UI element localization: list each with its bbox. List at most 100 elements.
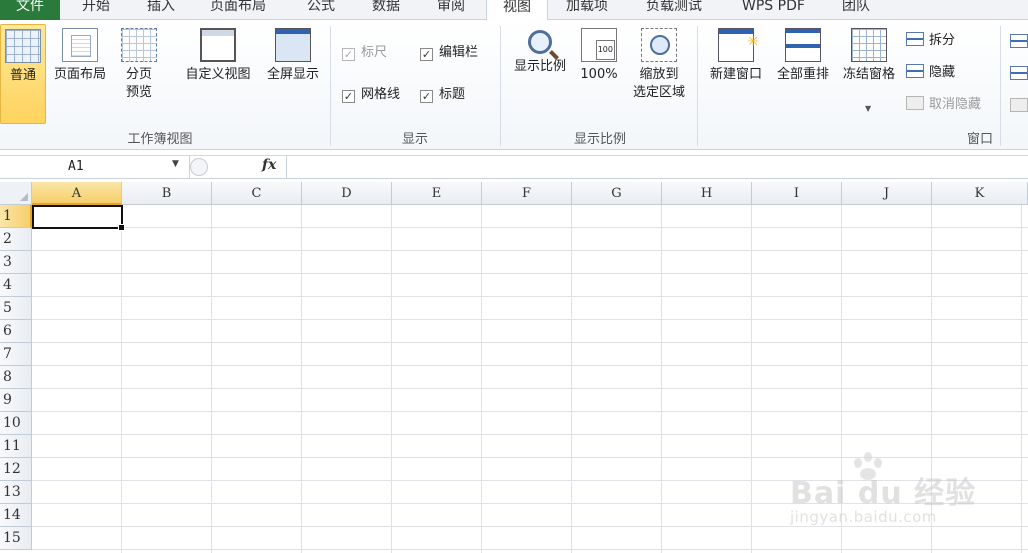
zoom-100-icon <box>581 28 617 62</box>
row-header-4[interactable]: 4 <box>0 274 32 297</box>
ruler-checkbox[interactable]: ✓ 标尺 <box>342 44 387 62</box>
tab-wps-pdf[interactable]: WPS PDF <box>738 0 809 20</box>
watermark-url: jingyan.baidu.com <box>790 508 937 526</box>
custom-views-icon <box>200 28 236 62</box>
split-button[interactable]: 拆分 <box>906 32 955 50</box>
new-window-icon <box>718 28 759 62</box>
row-header-6[interactable]: 6 <box>0 320 32 343</box>
tab-review[interactable]: 审阅 <box>433 0 469 20</box>
new-window-label: 新建窗口 <box>709 67 762 82</box>
tab-view[interactable]: 视图 <box>486 0 548 21</box>
headings-label: 标题 <box>439 87 466 102</box>
tab-insert[interactable]: 插入 <box>143 0 179 20</box>
page-layout-icon <box>62 28 98 62</box>
column-header-g[interactable]: G <box>572 182 662 205</box>
hide-button[interactable]: 隐藏 <box>906 64 955 82</box>
group-label-zoom: 显示比例 <box>573 132 626 147</box>
name-box-value: A1 <box>68 159 84 174</box>
row-header-7[interactable]: 7 <box>0 343 32 366</box>
gridlines-checkbox[interactable]: ✓ 网格线 <box>342 86 400 104</box>
zoom-to-selection-button[interactable]: 缩放到 选定区域 <box>626 24 692 102</box>
freeze-panes-icon <box>851 28 887 62</box>
row-header-8[interactable]: 8 <box>0 366 32 389</box>
tab-formulas[interactable]: 公式 <box>303 0 339 20</box>
insert-function-icon[interactable]: fx <box>262 157 276 173</box>
unhide-label: 取消隐藏 <box>929 97 982 112</box>
headings-checkbox[interactable]: ✓ 标题 <box>420 86 465 104</box>
row-header-11[interactable]: 11 <box>0 435 32 458</box>
spreadsheet-app: 文件 开始 插入 页面布局 公式 数据 审阅 视图 加载项 负载测试 WPS P… <box>0 0 1028 553</box>
group-label-workbook-views: 工作簿视图 <box>127 132 193 147</box>
formula-bar-label: 编辑栏 <box>439 45 479 60</box>
row-header-14[interactable]: 14 <box>0 504 32 527</box>
column-header-e[interactable]: E <box>392 182 482 205</box>
arrange-all-button[interactable]: 全部重排 <box>771 24 835 84</box>
row-header-9[interactable]: 9 <box>0 389 32 412</box>
row-header-5[interactable]: 5 <box>0 297 32 320</box>
tab-file[interactable]: 文件 <box>0 0 60 20</box>
tab-home[interactable]: 开始 <box>78 0 114 20</box>
column-header-f[interactable]: F <box>482 182 572 205</box>
column-header-d[interactable]: D <box>302 182 392 205</box>
freeze-panes-label: 冻结窗格 <box>842 67 895 82</box>
tab-data[interactable]: 数据 <box>368 0 404 20</box>
gridlines-label: 网格线 <box>361 87 401 102</box>
select-all-corner[interactable] <box>0 182 32 205</box>
tab-page-layout[interactable]: 页面布局 <box>206 0 270 20</box>
reset-icon <box>1010 98 1028 112</box>
sync-scroll-icon[interactable] <box>1010 66 1028 84</box>
column-header-h[interactable]: H <box>662 182 752 205</box>
group-divider <box>330 26 331 146</box>
full-screen-button[interactable]: 全屏显示 <box>260 24 326 84</box>
custom-views-button[interactable]: 自定义视图 <box>178 24 258 84</box>
arrange-all-label: 全部重排 <box>776 67 829 82</box>
page-layout-view-button[interactable]: 页面布局 <box>48 24 112 84</box>
magnifier-icon <box>528 30 552 54</box>
tab-addins[interactable]: 加载项 <box>562 0 612 20</box>
page-break-preview-button[interactable]: 分页 预览 <box>116 24 162 102</box>
tab-team[interactable]: 团队 <box>838 0 874 20</box>
row-header-12[interactable]: 12 <box>0 458 32 481</box>
chevron-down-icon[interactable]: ▼ <box>172 159 179 169</box>
column-header-a[interactable]: A <box>32 182 122 205</box>
zoom-button[interactable]: 显示比例 <box>508 24 572 76</box>
column-header-j[interactable]: J <box>842 182 932 205</box>
row-header-2[interactable]: 2 <box>0 228 32 251</box>
split-label: 拆分 <box>929 33 956 48</box>
column-header-k[interactable]: K <box>932 182 1028 205</box>
ribbon-tab-bar: 文件 开始 插入 页面布局 公式 数据 审阅 视图 加载项 负载测试 WPS P… <box>0 0 1028 21</box>
column-header-c[interactable]: C <box>212 182 302 205</box>
headings-check-icon: ✓ <box>420 90 433 103</box>
watermark-brand: Bai du 经验 <box>790 476 977 511</box>
hide-icon <box>906 64 924 78</box>
compare-icon <box>1010 34 1028 48</box>
row-header-10[interactable]: 10 <box>0 412 32 435</box>
ruler-check-icon: ✓ <box>342 48 355 61</box>
formula-bar-checkbox[interactable]: ✓ 编辑栏 <box>420 44 478 62</box>
side-by-side-icon[interactable] <box>1010 34 1028 52</box>
formula-input[interactable] <box>286 156 1028 179</box>
freeze-panes-button[interactable]: 冻结窗格 ▼ <box>837 24 901 124</box>
name-box[interactable]: A1 ▼ <box>0 156 190 179</box>
column-header-i[interactable]: I <box>752 182 842 205</box>
unhide-button[interactable]: 取消隐藏 <box>906 96 981 114</box>
column-header-b[interactable]: B <box>122 182 212 205</box>
formula-bar: A1 ▼ fx <box>0 155 1028 179</box>
full-screen-label: 全屏显示 <box>266 67 319 82</box>
baidu-watermark: Bai du 经验 jingyan.baidu.com <box>790 450 1010 530</box>
active-cell-a1[interactable] <box>32 205 125 231</box>
row-header-13[interactable]: 13 <box>0 481 32 504</box>
normal-view-button[interactable]: 普通 <box>0 24 46 124</box>
new-window-button[interactable]: 新建窗口 <box>704 24 768 84</box>
row-header-3[interactable]: 3 <box>0 251 32 274</box>
full-screen-icon <box>275 28 311 62</box>
ribbon-view: 普通 页面布局 分页 预览 自定义视图 全屏显示 工作簿视图 ✓ 标尺 ✓ 编辑栏 <box>0 20 1028 150</box>
zoom-100-button[interactable]: 100% <box>576 24 622 84</box>
formula-bar-resize-handle[interactable] <box>190 158 208 176</box>
tab-load-test[interactable]: 负载测试 <box>642 0 706 20</box>
zoom-selection-label-2: 选定区域 <box>632 85 685 100</box>
reset-position-icon[interactable] <box>1010 98 1028 116</box>
row-header-15[interactable]: 15 <box>0 527 32 550</box>
zoom-label: 显示比例 <box>513 59 566 74</box>
row-header-1[interactable]: 1 <box>0 205 32 228</box>
